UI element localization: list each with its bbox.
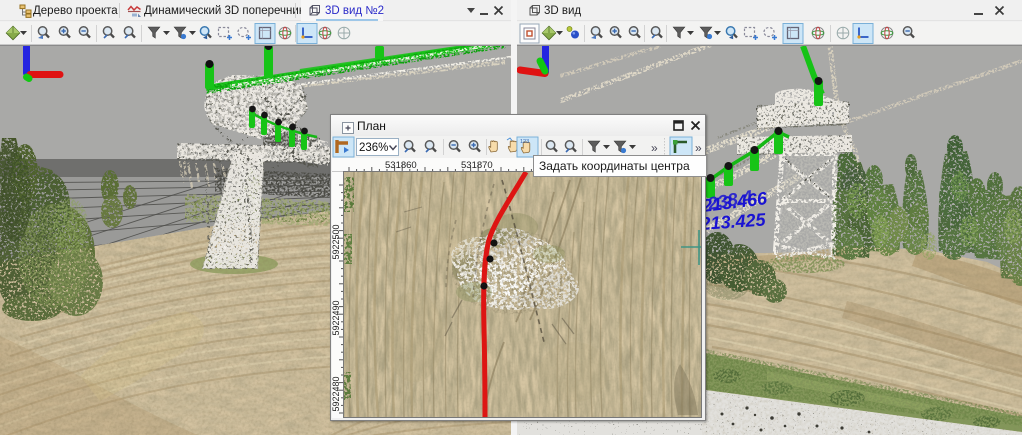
svg-text:5922490: 5922490 xyxy=(332,300,341,335)
svg-text:236%: 236% xyxy=(359,142,388,154)
svg-text:»: » xyxy=(651,141,658,155)
svg-text:123: 123 xyxy=(520,139,529,145)
svg-text:5922480: 5922480 xyxy=(332,376,341,411)
svg-text:5922500: 5922500 xyxy=(332,224,341,259)
svg-text:531870: 531870 xyxy=(461,160,493,171)
svg-text:»: » xyxy=(695,141,702,155)
svg-text:531860: 531860 xyxy=(385,160,417,171)
